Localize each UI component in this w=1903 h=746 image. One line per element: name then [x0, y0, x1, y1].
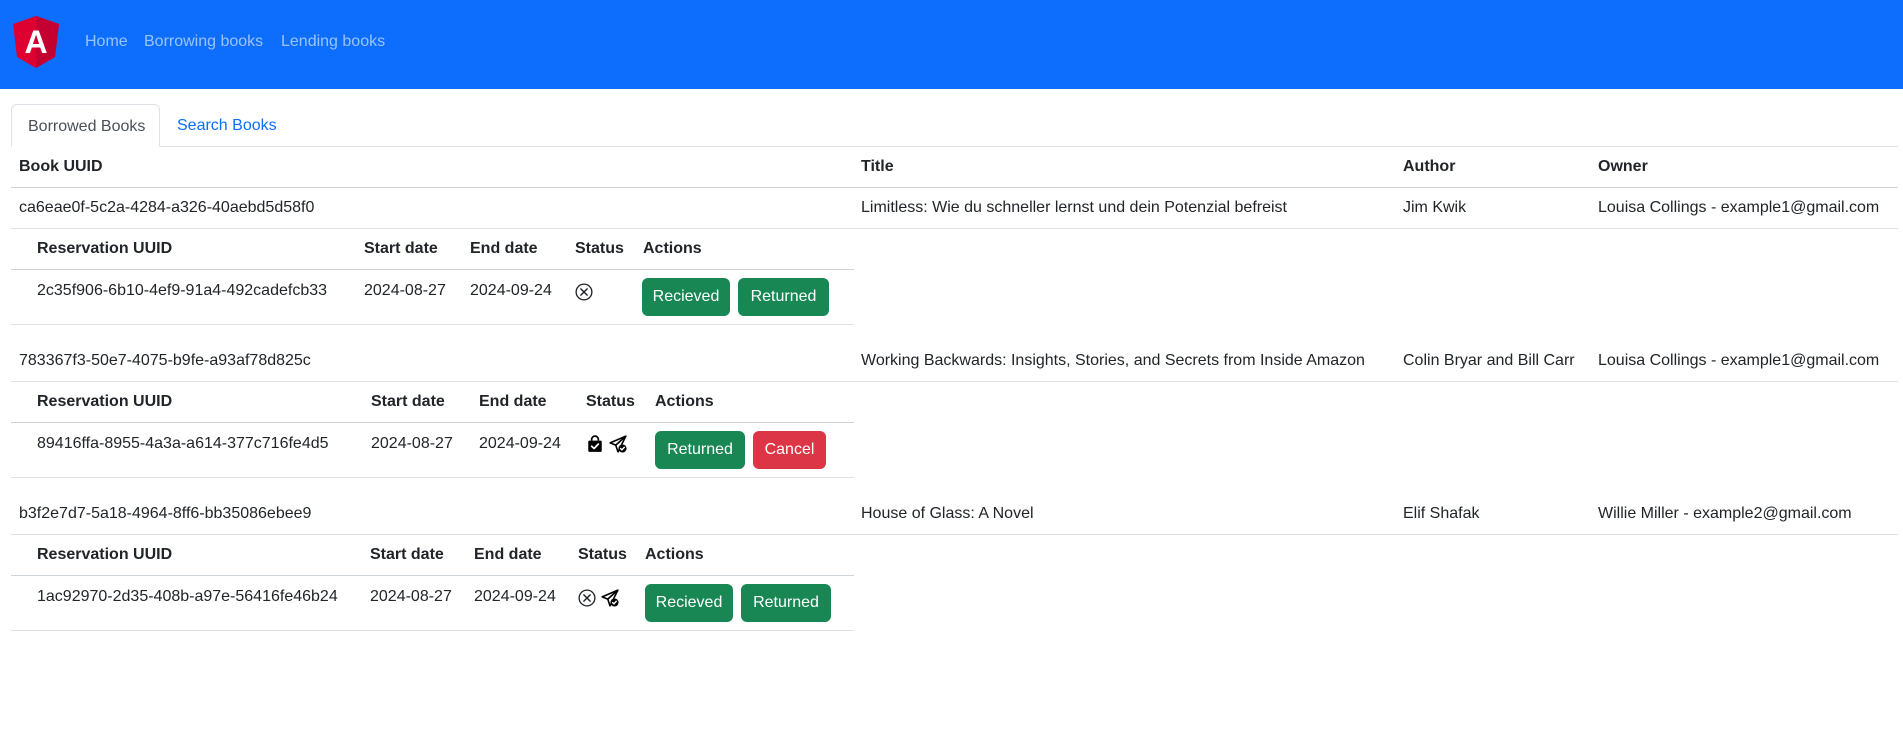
send-check-icon — [609, 435, 627, 453]
header-book-uuid: Book UUID — [19, 158, 103, 175]
x-circle-icon — [575, 283, 593, 301]
reservation-uuid: 89416ffa-8955-4a3a-a614-377c716fe4d5 — [37, 435, 329, 452]
received-button[interactable]: Recieved — [645, 584, 733, 622]
received-button[interactable]: Recieved — [642, 278, 730, 316]
subheader-actions: Actions — [655, 393, 714, 410]
subheader-reservation-uuid: Reservation UUID — [37, 393, 173, 410]
header-title: Title — [861, 158, 894, 175]
send-check-icon — [601, 589, 619, 607]
cancel-button[interactable]: Cancel — [753, 431, 826, 469]
book-uuid: 783367f3-50e7-4075-b9fe-a93af78d825c — [19, 352, 311, 369]
header-author: Author — [1403, 158, 1456, 175]
subheader-actions: Actions — [643, 240, 702, 257]
subheader-reservation-uuid: Reservation UUID — [37, 546, 173, 563]
reservation-divider — [11, 630, 854, 631]
nav-link-lending-books[interactable]: Lending books — [281, 33, 385, 51]
returned-button[interactable]: Returned — [738, 278, 829, 316]
subheader-end-date: End date — [479, 393, 547, 410]
returned-button[interactable]: Returned — [655, 431, 745, 469]
bag-check-icon — [588, 435, 602, 452]
book-uuid: ca6eae0f-5c2a-4284-a326-40aebd5d58f0 — [19, 199, 315, 216]
book-uuid: b3f2e7d7-5a18-4964-8ff6-bb35086ebee9 — [19, 505, 312, 522]
book-author: Colin Bryar and Bill Carr — [1403, 352, 1575, 369]
tab-borrowed-books[interactable]: Borrowed Books — [11, 104, 160, 147]
svg-text:A: A — [24, 24, 47, 60]
subheader-start-date: Start date — [364, 240, 438, 257]
book-title: Limitless: Wie du schneller lernst und d… — [861, 199, 1287, 216]
row-divider — [11, 534, 1898, 535]
subheader-status: Status — [586, 393, 635, 410]
tab-search-books[interactable]: Search Books — [161, 104, 293, 147]
row-divider — [11, 228, 1898, 229]
book-owner: Willie Miller - example2@gmail.com — [1598, 505, 1852, 522]
subheader-start-date: Start date — [371, 393, 445, 410]
angular-logo-icon[interactable]: A — [11, 15, 61, 69]
row-divider — [11, 381, 1898, 382]
subheader-divider — [11, 575, 854, 576]
reservation-divider — [11, 477, 854, 478]
book-author: Jim Kwik — [1403, 199, 1467, 216]
reservation-end-date: 2024-09-24 — [470, 282, 552, 299]
subheader-divider — [11, 422, 854, 423]
nav-link-home[interactable]: Home — [85, 33, 128, 51]
reservation-uuid: 2c35f906-6b10-4ef9-91a4-492cadefcb33 — [37, 282, 328, 299]
x-circle-icon — [578, 589, 596, 607]
reservation-divider — [11, 324, 854, 325]
subheader-divider — [11, 269, 854, 270]
reservation-start-date: 2024-08-27 — [370, 588, 452, 605]
reservation-end-date: 2024-09-24 — [474, 588, 556, 605]
header-owner: Owner — [1598, 158, 1648, 175]
tabs-divider — [12, 146, 1898, 147]
book-author: Elif Shafak — [1403, 505, 1480, 522]
reservation-start-date: 2024-08-27 — [371, 435, 453, 452]
subheader-reservation-uuid: Reservation UUID — [37, 240, 173, 257]
book-owner: Louisa Collings - example1@gmail.com — [1598, 352, 1880, 369]
returned-button[interactable]: Returned — [741, 584, 831, 622]
navbar: A Home Borrowing books Lending books — [0, 0, 1903, 89]
book-title: House of Glass: A Novel — [861, 505, 1034, 522]
nav-link-borrowing-books[interactable]: Borrowing books — [144, 33, 263, 51]
reservation-end-date: 2024-09-24 — [479, 435, 561, 452]
subheader-status: Status — [575, 240, 624, 257]
reservation-uuid: 1ac92970-2d35-408b-a97e-56416fe46b24 — [37, 588, 338, 605]
subheader-end-date: End date — [470, 240, 538, 257]
header-divider — [11, 187, 1898, 188]
book-title: Working Backwards: Insights, Stories, an… — [861, 352, 1365, 369]
reservation-start-date: 2024-08-27 — [364, 282, 446, 299]
subheader-start-date: Start date — [370, 546, 444, 563]
subheader-status: Status — [578, 546, 627, 563]
book-owner: Louisa Collings - example1@gmail.com — [1598, 199, 1880, 216]
subheader-end-date: End date — [474, 546, 542, 563]
subheader-actions: Actions — [645, 546, 704, 563]
